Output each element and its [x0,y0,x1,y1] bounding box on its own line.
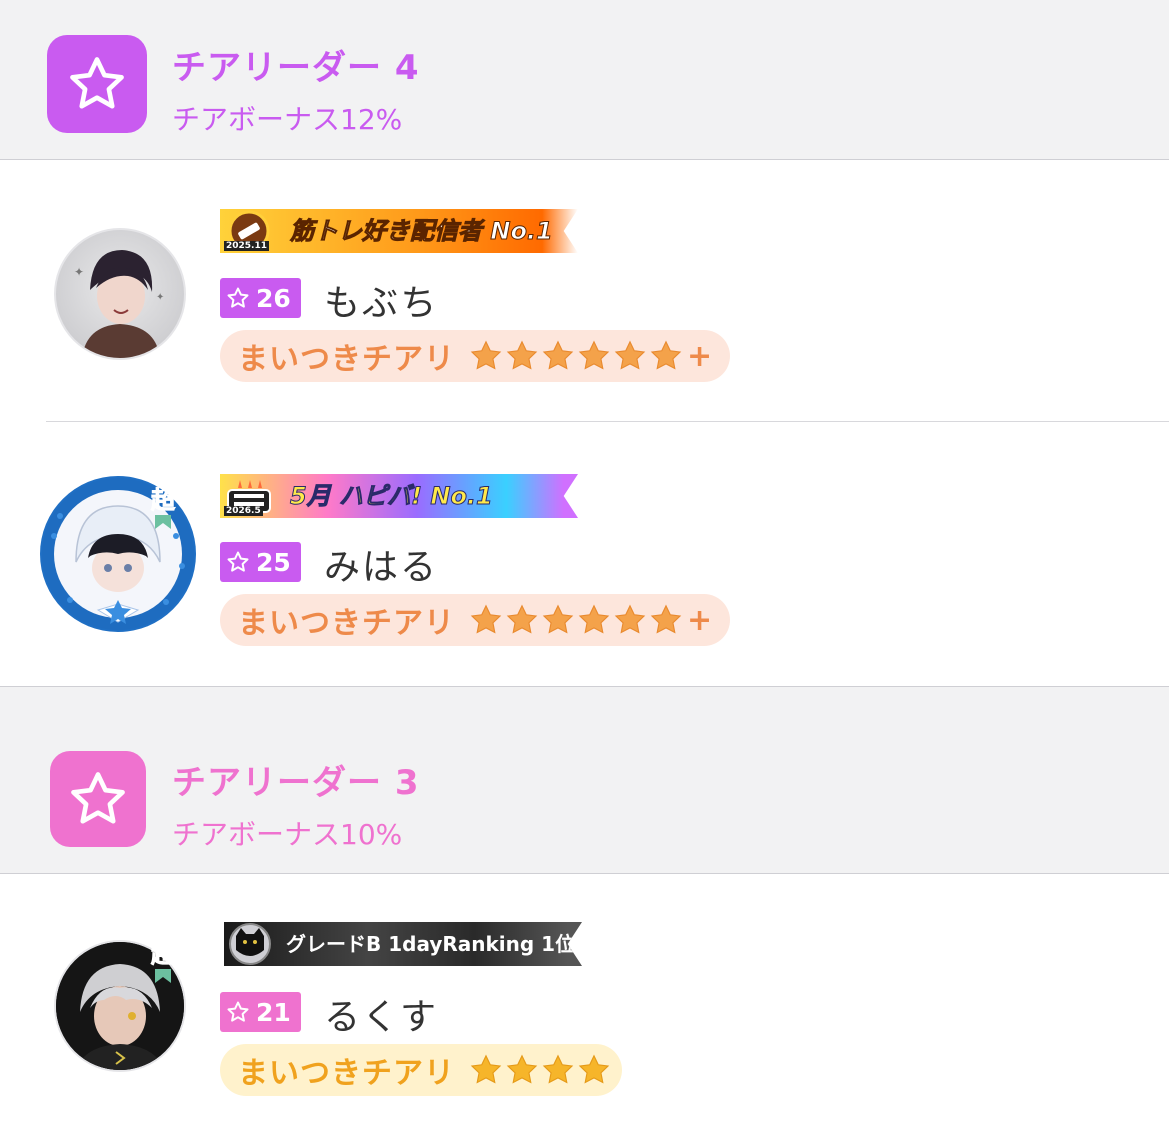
achievement-banner: 2026.5 5月 ハピバ! No.1 [220,474,578,518]
member-row[interactable]: ✦ ✦ 2025.11 筋トレ好き配信者 No.1 26 もぶち まいつきチアリ… [0,160,1169,422]
user-name[interactable]: もぶち [324,274,438,326]
star-outline-icon [50,751,146,847]
stars-plus: + [687,338,713,374]
level-value: 25 [256,547,291,577]
cheer-stars: + [469,603,712,638]
level-value: 21 [256,997,291,1027]
avatar[interactable]: ✦ ✦ [54,228,186,360]
level-value: 26 [256,283,291,313]
tier-title: チアリーダー 3 [172,763,420,803]
star-icon [470,1054,502,1084]
star-icon [542,604,574,634]
star-icon [506,604,538,634]
star-icon [578,1054,610,1084]
star-outline-icon [227,1001,249,1022]
black-cat-icon [229,923,271,965]
star-icon [614,604,646,634]
member-row[interactable]: 超 2026.5 5月 ハピバ! No.1 25 みはる まいつきチアリ + [0,422,1169,686]
star-icon [614,340,646,370]
star-icon [506,340,538,370]
star-icon [578,604,610,634]
user-name[interactable]: みはる [324,538,438,590]
cheer-pill: まいつきチアリ + [220,594,730,646]
cheer-pill: まいつきチアリ [220,1044,622,1096]
member-row[interactable]: 超 グレードB 1dayRanking 1位 21 るくす まいつきチアリ [0,874,1169,1122]
tier-bonus: チアボーナス12% [172,103,403,136]
svg-text:✦: ✦ [156,292,164,303]
star-outline-icon [227,287,249,308]
tier-header-3: チアリーダー 3 チアボーナス10% [0,686,1169,874]
level-badge: 26 [220,278,301,318]
cheer-label: まいつきチアリ [238,342,455,377]
cheer-stars [469,1053,613,1087]
level-badge: 21 [220,992,301,1032]
banner-text: グレードB 1dayRanking 1位 [286,932,576,956]
star-outline-icon [47,35,147,133]
star-icon [470,340,502,370]
star-icon [542,1054,574,1084]
star-outline-icon [227,551,249,572]
user-name[interactable]: るくす [324,988,438,1040]
cheer-pill: まいつきチアリ + [220,330,730,382]
banner-text: 筋トレ好き配信者 No.1 [290,217,554,246]
achievement-banner: グレードB 1dayRanking 1位 [224,922,582,966]
banner-year: 2026.5 [224,506,263,516]
super-badge: 超 [148,486,178,530]
svg-text:✦: ✦ [74,265,84,279]
stars-plus: + [687,602,713,638]
achievement-banner: 2025.11 筋トレ好き配信者 No.1 [220,209,578,253]
star-icon [650,340,682,370]
banner-text: 5月 ハピバ! No.1 [290,482,494,511]
cheer-label: まいつきチアリ [238,606,455,641]
tier-bonus: チアボーナス10% [172,818,403,851]
star-icon [578,340,610,370]
cheer-label: まいつきチアリ [238,1056,455,1091]
tier-header-4: チアリーダー 4 チアボーナス12% [0,0,1169,160]
star-icon [542,340,574,370]
star-icon [470,604,502,634]
star-icon [650,604,682,634]
banner-year: 2025.11 [224,241,269,251]
star-icon [506,1054,538,1084]
level-badge: 25 [220,542,301,582]
tier-title: チアリーダー 4 [172,48,420,88]
super-badge: 超 [148,940,178,984]
cheer-stars: + [469,339,712,374]
